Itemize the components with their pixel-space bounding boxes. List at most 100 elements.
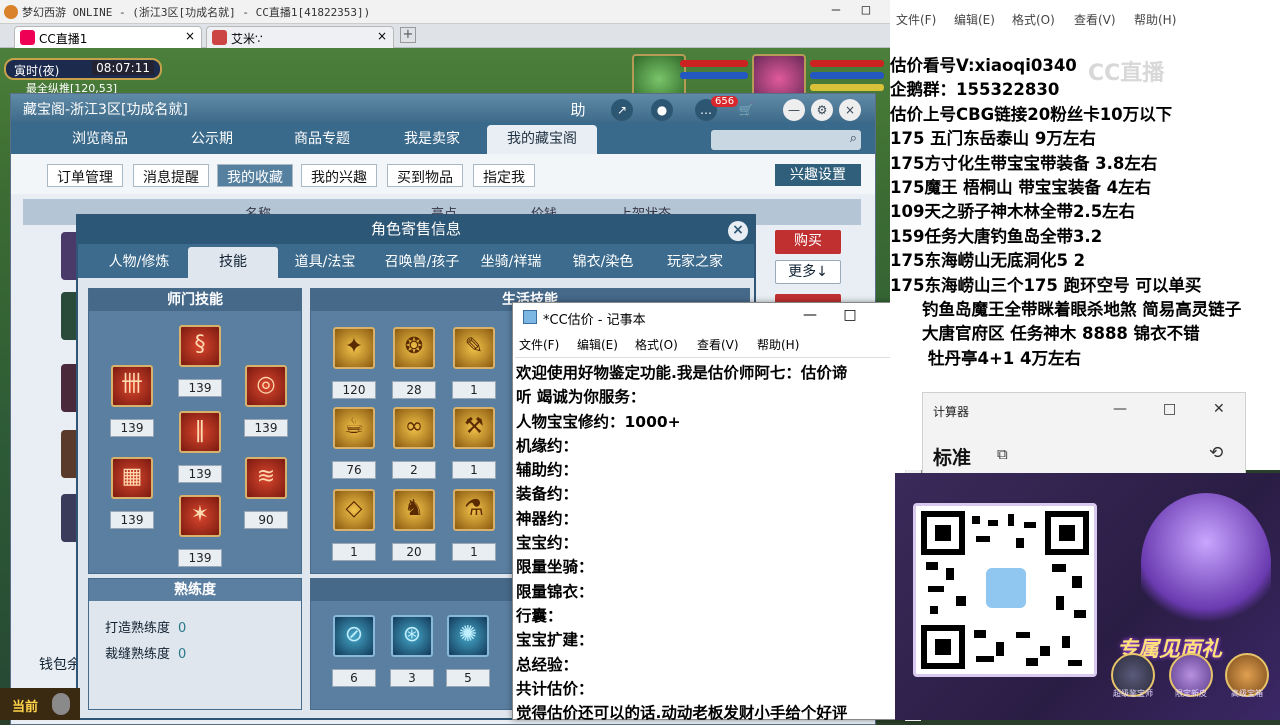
tab-items[interactable]: 道具/法宝 [280,247,370,278]
tab-topics[interactable]: 商品专题 [267,125,377,154]
close-button[interactable]: ✕ [1213,401,1225,417]
text-line: 限量坐骑： [516,558,594,577]
menu-file[interactable]: 文件(F) [896,11,936,28]
note-line: 109天之骄子神木林全带2.5左右 [890,202,1136,222]
game-clock: 寅时(夜) 08:07:11 [4,58,162,80]
notes-menubar: 文件(F) 编辑(E) 格式(O) 查看(V) 帮助(H) [890,0,1280,34]
tab-aimi[interactable]: 艾米∵ × [206,26,394,48]
combat-skill-icon[interactable]: ⊛ [391,615,433,657]
master-skill-icon[interactable]: 卌 [111,365,153,407]
share-icon[interactable]: ↗ [611,99,633,121]
life-skill-icon[interactable]: ❂ [393,327,435,369]
life-skill-icon[interactable]: ∞ [393,407,435,449]
tab-home[interactable]: 玩家之家 [650,247,740,278]
note-line: 估价上号CBG链接20粉丝卡10万以下 [890,104,1173,124]
skill-level: 1 [452,543,496,561]
microphone-icon[interactable] [52,693,70,715]
life-skill-icon[interactable]: ✦ [333,327,375,369]
life-skill-icon[interactable]: ✎ [453,327,495,369]
master-skill-icon[interactable]: ▦ [111,457,153,499]
settings-icon[interactable]: ⚙ [811,99,833,121]
life-skill-icon[interactable]: ◇ [333,489,375,531]
minimize-button[interactable]: — [1113,401,1127,417]
master-skill-icon[interactable]: ≋ [245,457,287,499]
notepad-icon [523,310,537,324]
text-line: 欢迎使用好物鉴定功能.我是估价师阿七：估价谛 [516,364,848,382]
menu-format[interactable]: 格式(O) [1012,11,1055,28]
notepad-window: *CC估价 - 记事本 — □ ✕ 文件(F) 编辑(E) 格式(O) 查看(V… [512,302,922,721]
history-icon[interactable]: ⟲ [1209,443,1223,463]
menu-format[interactable]: 格式(O) [635,336,678,353]
life-skill-icon[interactable]: ♞ [393,489,435,531]
tab-skills[interactable]: 技能 [188,247,278,278]
life-skill-icon[interactable]: ☕ [333,407,375,449]
minimize-icon[interactable]: — [783,99,805,121]
tab-character[interactable]: 人物/修炼 [94,247,184,278]
keep-on-top-icon[interactable]: ⧉ [997,445,1008,463]
combat-skill-icon[interactable]: ✺ [447,615,489,657]
search-input[interactable]: ⌕ [711,130,861,150]
tab-publicity[interactable]: 公示期 [157,125,267,154]
life-skill-icon[interactable]: ⚒ [453,407,495,449]
bought-items-button[interactable]: 买到物品 [387,164,463,187]
text-line: 宝宝扩建： [516,631,594,650]
close-tab-icon[interactable]: × [377,29,387,43]
menu-view[interactable]: 查看(V) [1074,11,1116,28]
maximize-button[interactable]: □ [1163,401,1176,417]
menu-edit[interactable]: 编辑(E) [577,336,618,353]
tab-browse[interactable]: 浏览商品 [45,125,155,154]
menu-view[interactable]: 查看(V) [697,336,739,353]
assigned-to-me-button[interactable]: 指定我 [473,164,535,187]
notes-text-area[interactable]: 估价看号V:xiaoqi0340 企鹅群：155322830 估价上号CBG链接… [890,54,1280,371]
proficiency-label: 裁缝熟练度 [105,647,171,662]
message-reminder-button[interactable]: 消息提醒 [133,164,209,187]
skill-level: 2 [392,461,436,479]
tab-seller[interactable]: 我是卖家 [377,125,487,154]
tab-pets[interactable]: 召唤兽/孩子 [374,247,470,278]
note-line: 159任务大唐钓鱼岛全带3.2 [890,226,1103,246]
help-button[interactable]: 助 [567,99,589,121]
search-icon[interactable]: ⌕ [850,131,857,146]
new-tab-button[interactable]: + [400,27,416,43]
my-interests-button[interactable]: 我的兴趣 [301,164,377,187]
close-icon[interactable]: × [728,221,748,241]
cbg-title: 藏宝阁-浙江3区[功成名就] [23,102,188,118]
master-skill-icon[interactable]: § [179,325,221,367]
window-title: 梦幻西游 ONLINE - (浙江3区[功成名就] - CC直播1[418223… [22,6,371,19]
wallet-label: 钱包余 [39,657,81,673]
minimize-button[interactable]: — [795,307,825,327]
order-management-button[interactable]: 订单管理 [47,164,123,187]
buy-button[interactable]: 购买 [775,230,841,254]
menu-help[interactable]: 帮助(H) [757,336,799,353]
close-icon[interactable]: × [839,99,861,121]
master-skill-icon[interactable]: ✶ [179,495,221,537]
maximize-button[interactable]: □ [852,0,880,22]
menu-help[interactable]: 帮助(H) [1134,11,1176,28]
cart-icon[interactable]: 🛒 [735,99,757,121]
proficiency-row: 裁缝熟练度 0 [105,643,186,662]
channel-label[interactable]: 当前 [12,696,38,715]
notepad-text-area[interactable]: 欢迎使用好物鉴定功能.我是估价师阿七：估价谛 听 竭诚为你服务： 人物宝宝修约：… [515,357,907,721]
master-skill-icon[interactable]: ◎ [245,365,287,407]
tab-mounts[interactable]: 坐骑/祥瑞 [466,247,556,278]
maximize-button[interactable]: □ [835,307,865,327]
tab-outfits[interactable]: 锦衣/染色 [558,247,648,278]
tab-my-cbg[interactable]: 我的藏宝阁 [487,125,597,154]
combat-skill-icon[interactable]: ⊘ [333,615,375,657]
text-line: 神器约： [516,509,579,528]
note-line: 牡丹亭4+1 4万左右 [928,348,1082,368]
record-icon[interactable]: ● [651,99,673,121]
minimize-button[interactable]: — [822,0,850,22]
life-skill-icon[interactable]: ⚗ [453,489,495,531]
close-tab-icon[interactable]: × [185,29,195,43]
menu-edit[interactable]: 编辑(E) [954,11,995,28]
tab-cc-live[interactable]: CC直播1 × [14,26,202,48]
note-line: 企鹅群：155322830 [890,80,1060,100]
qr-code[interactable] [913,503,1097,677]
interest-settings-button[interactable]: 兴趣设置 [775,164,861,186]
my-favorites-button[interactable]: 我的收藏 [217,164,293,187]
master-skill-icon[interactable]: ‖ [179,411,221,453]
menu-file[interactable]: 文件(F) [519,336,559,353]
more-button[interactable]: 更多↓ [775,260,841,284]
skill-level: 139 [110,511,154,529]
